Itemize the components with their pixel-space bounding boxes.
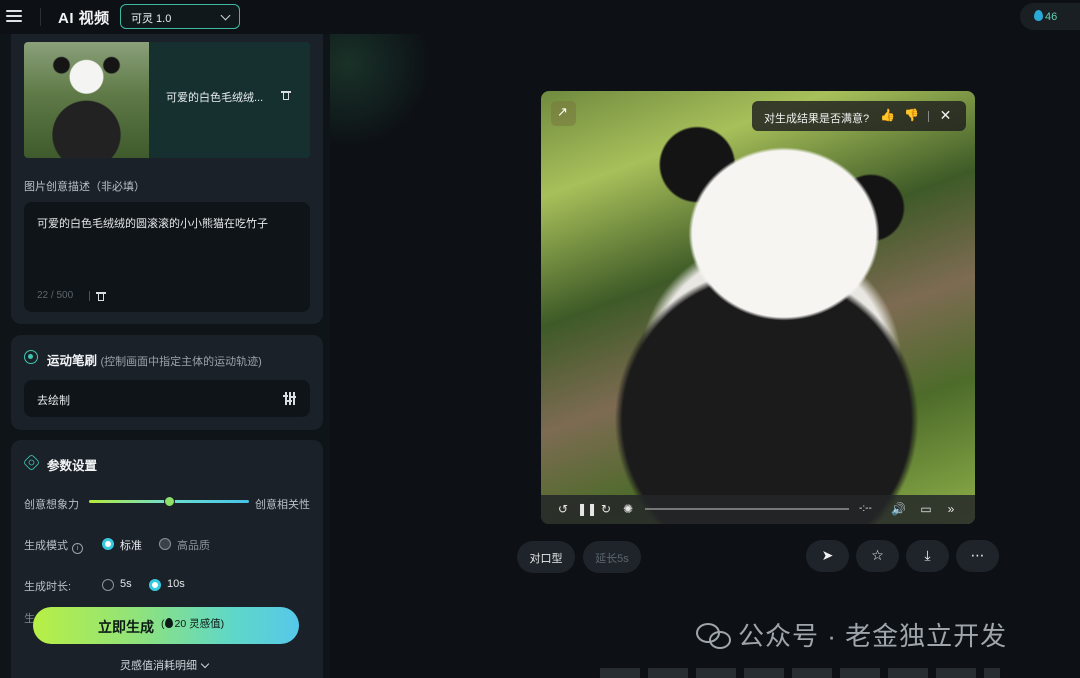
flame-icon	[164, 618, 173, 628]
top-bar: AI 视频 可灵 1.0 46	[0, 0, 1080, 34]
mode-standard-radio[interactable]	[102, 538, 114, 550]
wechat-icon	[696, 623, 731, 649]
mode-standard-label: 标准	[120, 540, 142, 552]
volume-icon[interactable]: 🔊	[891, 501, 906, 517]
motion-brush-title: 运动笔刷 (控制画面中指定主体的运动轨迹)	[47, 350, 262, 369]
extend-button[interactable]: 延长5s	[583, 541, 641, 573]
generate-label: 立即生成	[98, 619, 154, 635]
download-icon: ⤓	[924, 547, 931, 563]
send-icon: ➤	[821, 547, 834, 563]
cost-details-link[interactable]: 灵感值消耗明细	[120, 657, 210, 673]
creativity-left-label: 创意想象力	[24, 499, 79, 511]
brush-icon	[24, 350, 38, 364]
duration-5s-label: 5s	[120, 578, 132, 590]
airplay-icon[interactable]: ▭	[919, 501, 933, 517]
motion-brush-subtitle: (控制画面中指定主体的运动轨迹)	[100, 356, 262, 368]
next-icon[interactable]: »	[944, 501, 958, 517]
credits-value: 46	[1045, 11, 1058, 23]
extend-label: 延长5s	[595, 553, 629, 565]
image-label: 可爱的白色毛绒绒...	[166, 92, 264, 104]
duration-10s-label: 10s	[167, 578, 185, 590]
draw-button[interactable]: 去绘制	[24, 380, 310, 417]
desc-text: 可爱的白色毛绒绒的圆滚滚的小小熊猫在吃竹子	[37, 218, 268, 230]
star-icon: ☆	[871, 547, 884, 563]
more-icon: ⋯	[970, 547, 985, 563]
chevron-down-icon	[200, 659, 210, 669]
creativity-right-label: 创意相关性	[255, 499, 310, 511]
motion-brush-title-text: 运动笔刷	[47, 354, 98, 368]
rewind-icon[interactable]: ↺	[556, 501, 570, 517]
video-controls: ↺ ❚❚ ↻ ✺ -:-- 🔊 ▭ »	[541, 495, 975, 524]
trash-icon[interactable]	[281, 90, 291, 101]
lip-sync-button[interactable]: 对口型	[517, 541, 575, 573]
more-button[interactable]: ⋯	[956, 540, 999, 572]
favorite-button[interactable]: ☆	[856, 540, 899, 572]
trash-icon[interactable]	[96, 291, 106, 302]
feedback-bar: 对生成结果是否满意? 👍 👎 ✕	[752, 101, 966, 131]
share-button[interactable]: ➤	[806, 540, 849, 572]
chevron-down-icon	[220, 10, 231, 21]
mode-label-text: 生成模式	[24, 540, 68, 552]
feedback-question: 对生成结果是否满意?	[764, 113, 870, 125]
params-title: 参数设置	[47, 459, 98, 473]
mode-label: 生成模式 i	[24, 537, 83, 554]
thumbs-down-icon[interactable]: 👎	[904, 109, 919, 122]
divider	[928, 111, 929, 122]
duration-label: 生成时长:	[24, 581, 72, 593]
lip-sync-label: 对口型	[529, 553, 563, 565]
decorative-glow	[330, 34, 450, 154]
model-select[interactable]: 可灵 1.0	[120, 4, 240, 29]
char-count: 22 / 500	[37, 290, 74, 301]
model-select-value: 可灵 1.0	[131, 13, 172, 25]
info-icon[interactable]: i	[72, 543, 83, 554]
uploaded-image[interactable]: 可爱的白色毛绒绒...	[24, 42, 310, 158]
image-card: 可爱的白色毛绒绒... 图片创意描述（非必填） 可爱的白色毛绒绒的圆滚滚的小小熊…	[11, 34, 323, 324]
app-title: AI 视频	[58, 10, 110, 27]
draw-button-label: 去绘制	[37, 395, 70, 407]
watermark-text: 公众号 · 老金独立开发	[738, 621, 1008, 651]
settings-icon	[22, 453, 41, 472]
menu-icon[interactable]	[6, 8, 22, 24]
sliders-icon	[283, 392, 296, 405]
generate-button[interactable]: 立即生成 (20 灵感值)	[33, 607, 299, 644]
footer-note	[600, 668, 1000, 678]
thumbs-up-icon[interactable]: 👍	[880, 109, 895, 122]
desc-textarea[interactable]: 可爱的白色毛绒绒的圆滚滚的小小熊猫在吃竹子 22 / 500	[24, 202, 310, 312]
download-button[interactable]: ⤓	[906, 540, 949, 572]
generate-cost: (20 灵感值)	[161, 618, 225, 630]
duration-10s-radio[interactable]	[149, 579, 161, 591]
watermark: 公众号 · 老金独立开发	[696, 616, 1007, 653]
video-player[interactable]: 对生成结果是否满意? 👍 👎 ✕ ↺ ❚❚ ↻ ✺ -:-- 🔊 ▭ »	[541, 91, 975, 524]
left-panel: 可爱的白色毛绒绒... 图片创意描述（非必填） 可爱的白色毛绒绒的圆滚滚的小小熊…	[0, 34, 330, 678]
credits-badge[interactable]: 46	[1020, 3, 1080, 30]
flame-icon	[1034, 10, 1043, 21]
divider	[40, 8, 41, 26]
divider	[89, 291, 90, 301]
mode-hq-label: 高品质	[177, 540, 210, 552]
timecode: -:--	[859, 503, 872, 514]
expand-icon[interactable]	[551, 101, 576, 126]
duration-5s-radio[interactable]	[102, 579, 114, 591]
creativity-slider-handle[interactable]	[164, 496, 175, 507]
forward-icon[interactable]: ↻	[599, 501, 613, 517]
motion-brush-card: 运动笔刷 (控制画面中指定主体的运动轨迹) 去绘制	[11, 335, 323, 430]
mode-hq-radio[interactable]	[159, 538, 171, 550]
progress-bar[interactable]	[645, 508, 849, 510]
close-icon[interactable]: ✕	[939, 108, 952, 122]
pause-icon[interactable]: ❚❚	[577, 501, 597, 517]
image-thumbnail	[24, 42, 149, 158]
brightness-icon[interactable]: ✺	[621, 501, 635, 517]
generate-cost-text: 20 灵感值	[174, 618, 221, 630]
cost-details-text: 灵感值消耗明细	[120, 660, 197, 672]
desc-label: 图片创意描述（非必填）	[24, 181, 145, 193]
